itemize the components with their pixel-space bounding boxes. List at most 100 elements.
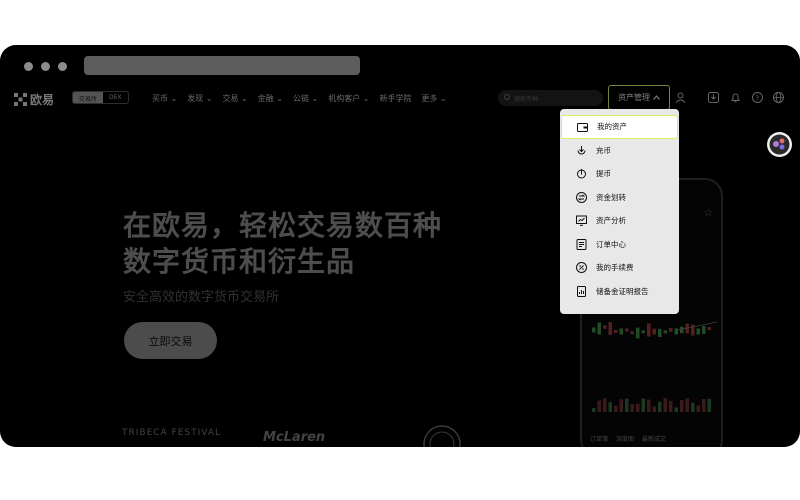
candle — [641, 330, 645, 334]
volume-bar — [630, 404, 634, 412]
download-icon[interactable] — [708, 92, 719, 103]
volume-bar — [641, 398, 645, 412]
dropdown-item-label: 订单中心 — [596, 239, 626, 249]
volume-bar — [702, 398, 706, 412]
menu-item-chain[interactable]: 公链 ⌄ — [293, 93, 318, 104]
dropdown-item-orders[interactable]: 订单中心 — [560, 233, 679, 257]
menu-item-academy[interactable]: 新手学院 — [380, 93, 412, 104]
hero-title-line: 在欧易，轻松交易数百种 — [123, 209, 443, 242]
dropdown-item-label: 储备金证明报告 — [596, 286, 649, 296]
dropdown-item-label: 充币 — [596, 145, 611, 155]
segment-dex[interactable]: DEX — [103, 92, 128, 103]
orders-icon — [576, 238, 587, 250]
candle — [680, 326, 684, 334]
club-crest-icon — [423, 425, 461, 447]
dropdown-item-label: 提币 — [596, 169, 611, 179]
candle — [630, 331, 634, 335]
candle — [669, 328, 673, 332]
dropdown-item-transfer[interactable]: 资金划转 — [560, 186, 679, 210]
user-icon[interactable] — [675, 92, 686, 103]
volume-bar — [647, 399, 651, 412]
tribeca-logo: TRIBECA FESTIVAL — [122, 428, 222, 438]
svg-text:☆: ☆ — [704, 208, 713, 219]
dropdown-item-deposit[interactable]: 充币 — [560, 139, 679, 163]
volume-bar — [603, 398, 607, 412]
orderbook-tabs: 订单簿 深度图 最新成交 — [590, 434, 666, 443]
candle — [647, 323, 651, 337]
globe-icon[interactable] — [773, 92, 784, 103]
volume-bar — [663, 398, 667, 412]
platform-switch: 交易所 DEX — [72, 91, 129, 104]
wallet-icon — [577, 123, 588, 132]
segment-exchange[interactable]: 交易所 — [73, 92, 104, 103]
candle — [619, 328, 623, 335]
search-icon — [504, 94, 510, 100]
candle — [625, 328, 629, 332]
chevron-up-icon — [653, 95, 660, 100]
volume-bar — [691, 402, 695, 412]
floating-avatar[interactable] — [767, 132, 792, 157]
logo[interactable]: 欧易 — [14, 91, 54, 108]
menu-item-buy[interactable]: 买币 ⌄ — [152, 93, 177, 104]
search-placeholder: 搜索币种 — [514, 96, 539, 103]
transfer-icon — [576, 191, 587, 203]
candle — [674, 328, 678, 335]
menu-item-institutional[interactable]: 机构客户 ⌄ — [328, 93, 369, 104]
bell-icon[interactable] — [730, 92, 741, 103]
candle — [608, 322, 612, 335]
tab-orderbook[interactable]: 订单簿 — [590, 434, 608, 443]
dropdown-item-label: 我的手续费 — [596, 263, 634, 273]
candle — [636, 327, 640, 339]
help-icon[interactable]: ? — [752, 92, 763, 103]
window-dot — [41, 62, 50, 71]
dropdown-item-my-assets[interactable]: 我的资产 — [561, 115, 678, 139]
menu-item-more[interactable]: 更多 ⌄ — [422, 93, 447, 104]
avatar-icon — [769, 134, 790, 155]
volume-bar — [614, 405, 618, 412]
withdraw-icon — [577, 169, 586, 179]
hero-title-line: 数字货币和衍生品 — [123, 245, 356, 278]
asset-management-label: 资产管理 — [618, 93, 650, 102]
deposit-icon — [577, 145, 586, 154]
menu-item-finance[interactable]: 金融 ⌄ — [258, 93, 283, 104]
dropdown-item-withdraw[interactable]: 提币 — [560, 162, 679, 186]
candle — [658, 328, 662, 338]
candle — [603, 325, 607, 329]
tab-depth[interactable]: 深度图 — [616, 434, 634, 443]
svg-text:?: ? — [755, 94, 759, 102]
dropdown-item-analysis[interactable]: 资产分析 — [560, 209, 679, 233]
volume-bar — [636, 403, 640, 412]
volume-bar — [592, 408, 596, 412]
browser-bar — [0, 45, 800, 85]
candle — [592, 327, 596, 333]
hero-title: 在欧易，轻松交易数百种 数字货币和衍生品 — [123, 208, 442, 280]
tab-latest[interactable]: 最新成交 — [642, 434, 666, 443]
url-bar[interactable] — [84, 56, 360, 75]
app-frame: 欧易 交易所 DEX 买币 ⌄ 发现 ⌄ 交易 ⌄ 金融 ⌄ 公链 ⌄ 机构客户… — [0, 45, 800, 447]
volume-bar — [707, 398, 711, 412]
menu-item-discover[interactable]: 发现 ⌄ — [187, 93, 212, 104]
candle — [597, 322, 601, 335]
volume-bar — [658, 401, 662, 412]
search-input[interactable]: 搜索币种 — [498, 90, 603, 106]
asset-dropdown-menu: 我的资产 充币 提币 资金划转 资产分析 订单中心 我的手续费 储备金证明报告 — [560, 109, 679, 314]
candle — [614, 329, 618, 333]
candle — [691, 324, 695, 336]
trade-now-button[interactable]: 立即交易 — [124, 322, 217, 359]
volume-bar — [608, 402, 612, 412]
logo-text: 欧易 — [30, 93, 55, 107]
fee-icon — [576, 262, 587, 273]
dropdown-item-fees[interactable]: 我的手续费 — [560, 256, 679, 280]
main-menu: 买币 ⌄ 发现 ⌄ 交易 ⌄ 金融 ⌄ 公链 ⌄ 机构客户 ⌄ 新手学院 更多 … — [152, 93, 447, 104]
candle — [652, 328, 656, 335]
dropdown-item-label: 资产分析 — [596, 216, 626, 226]
asset-management-button[interactable]: 资产管理 — [608, 85, 670, 110]
candle — [707, 326, 711, 331]
menu-item-trade[interactable]: 交易 ⌄ — [223, 93, 248, 104]
top-nav: 欧易 交易所 DEX 买币 ⌄ 发现 ⌄ 交易 ⌄ 金融 ⌄ 公链 ⌄ 机构客户… — [0, 85, 800, 111]
dropdown-item-proof-of-reserves[interactable]: 储备金证明报告 — [560, 280, 679, 304]
hero-subtitle: 安全高效的数字货币交易所 — [123, 290, 280, 305]
volume-bar — [685, 398, 689, 412]
volume-bar — [625, 398, 629, 412]
okx-logo-icon — [14, 93, 27, 106]
